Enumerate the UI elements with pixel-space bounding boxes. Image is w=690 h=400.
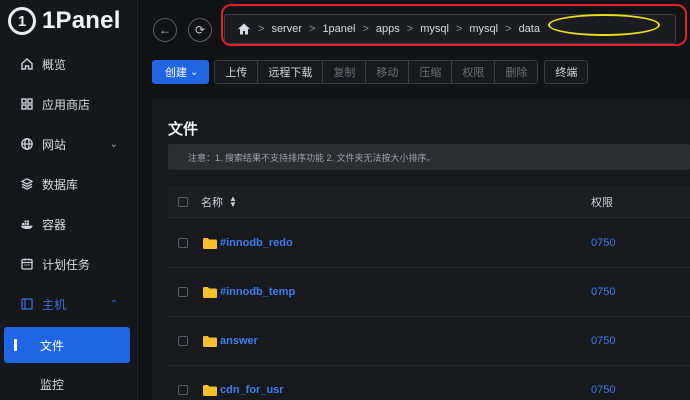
sidebar-item-overview[interactable]: 概览 — [0, 46, 138, 82]
breadcrumb-segment[interactable]: apps — [376, 23, 400, 35]
terminal-button[interactable]: 终端 — [544, 60, 589, 84]
breadcrumb-separator: > — [505, 23, 512, 35]
arrow-left-icon: ← — [159, 23, 171, 37]
sidebar-item-monitor[interactable]: 监控 — [0, 366, 138, 400]
breadcrumb-segment[interactable]: server — [271, 23, 302, 35]
compress-button[interactable]: 压缩 — [408, 60, 453, 84]
sidebar-item-label: 应用商店 — [42, 97, 91, 112]
file-name-link[interactable]: #innodb_redo — [220, 237, 293, 249]
sidebar: 1 1Panel 概览 应用商店 网站 ⌄ 数据库 容器 计划任务 主机 ⌃ 文… — [0, 0, 138, 400]
row-checkbox[interactable] — [178, 287, 188, 297]
sort-icon[interactable]: ▲ ▼ — [229, 194, 237, 208]
home-icon — [20, 57, 34, 71]
chevron-up-icon: ⌃ — [109, 298, 118, 310]
sidebar-item-label: 网站 — [42, 137, 67, 152]
sidebar-item-label: 监控 — [40, 377, 65, 392]
breadcrumb-separator: > — [362, 23, 369, 35]
row-checkbox[interactable] — [178, 385, 188, 395]
calendar-icon — [20, 257, 34, 271]
remote-download-button[interactable]: 远程下载 — [257, 60, 324, 84]
notice-bar: 注意：1. 搜索结果不支持排序功能 2. 文件夹无法按大小排序。 — [168, 144, 690, 170]
breadcrumb-separator: > — [258, 23, 265, 35]
docker-icon — [20, 217, 34, 231]
sidebar-item-container[interactable]: 容器 — [0, 206, 138, 242]
globe-icon — [20, 137, 34, 151]
database-icon — [20, 177, 34, 191]
breadcrumb-segment[interactable]: 1panel — [322, 23, 355, 35]
logo-mark: 1 — [8, 7, 36, 35]
breadcrumb-separator: > — [406, 23, 414, 35]
permission-link[interactable]: 0750 — [591, 237, 615, 249]
column-header-permission: 权限 — [591, 196, 613, 209]
sidebar-item-cron[interactable]: 计划任务 — [0, 246, 138, 282]
breadcrumb-separator: > — [309, 23, 316, 35]
chevron-down-icon: ⌄ — [190, 66, 199, 78]
sidebar-item-label: 主机 — [42, 297, 67, 312]
create-button-label: 创建 — [165, 67, 187, 79]
home-icon[interactable] — [237, 22, 251, 36]
host-icon — [20, 297, 34, 311]
move-button[interactable]: 移动 — [365, 60, 410, 84]
file-name-link[interactable]: #innodb_temp — [220, 286, 295, 298]
table-row[interactable]: cdn_for_usr 0750 — [168, 366, 690, 400]
refresh-button[interactable]: ⟳ — [188, 18, 212, 42]
sidebar-item-label: 数据库 — [42, 177, 79, 192]
sidebar-item-app-store[interactable]: 应用商店 — [0, 86, 138, 122]
copy-button[interactable]: 复制 — [322, 60, 367, 84]
file-name-link[interactable]: cdn_for_usr — [220, 384, 284, 396]
permission-link[interactable]: 0750 — [591, 384, 615, 396]
breadcrumb[interactable]: > server > 1panel > apps > mysql > mysql… — [224, 14, 676, 44]
refresh-icon: ⟳ — [194, 23, 206, 37]
sidebar-item-label: 容器 — [42, 217, 67, 232]
create-button[interactable]: 创建 ⌄ — [152, 60, 210, 84]
active-indicator — [14, 339, 17, 351]
sidebar-item-label: 概览 — [42, 57, 67, 72]
file-panel: 文件 注意：1. 搜索结果不支持排序功能 2. 文件夹无法按大小排序。 名称 ▲… — [152, 98, 690, 400]
folder-icon — [203, 335, 217, 347]
file-toolbar: 创建 ⌄ 上传 远程下载 复制 移动 压缩 权限 删除 终端 — [152, 60, 589, 84]
table-row[interactable]: #innodb_redo 0750 — [168, 219, 690, 268]
back-button[interactable]: ← — [153, 18, 177, 42]
row-checkbox[interactable] — [178, 238, 188, 248]
sidebar-item-host[interactable]: 主机 ⌃ — [0, 286, 138, 322]
file-name-link[interactable]: answer — [220, 335, 258, 347]
sidebar-item-website[interactable]: 网站 ⌄ — [0, 126, 138, 162]
upload-button[interactable]: 上传 — [214, 60, 259, 84]
table-row[interactable]: answer 0750 — [168, 317, 690, 366]
folder-icon — [203, 384, 217, 396]
logo-text: 1Panel — [42, 7, 121, 34]
column-header-label: 名称 — [201, 196, 223, 209]
delete-button[interactable]: 删除 — [494, 60, 539, 84]
breadcrumb-segment[interactable]: data — [519, 23, 540, 35]
table-row[interactable]: #innodb_temp 0750 — [168, 268, 690, 317]
row-checkbox[interactable] — [178, 336, 188, 346]
chevron-down-icon: ⌄ — [109, 138, 118, 150]
select-all-checkbox[interactable] — [178, 196, 188, 207]
permission-button[interactable]: 权限 — [451, 60, 496, 84]
folder-icon — [203, 237, 217, 249]
column-header-name[interactable]: 名称 ▲ ▼ — [201, 194, 237, 210]
permission-link[interactable]: 0750 — [591, 286, 615, 298]
sidebar-item-database[interactable]: 数据库 — [0, 166, 138, 202]
logo[interactable]: 1 1Panel — [8, 5, 121, 37]
sidebar-item-label: 文件 — [40, 338, 65, 353]
folder-icon — [203, 286, 217, 298]
sidebar-item-files[interactable]: 文件 — [4, 327, 130, 363]
breadcrumb-segment[interactable]: mysql — [469, 23, 498, 35]
breadcrumb-segment[interactable]: mysql — [420, 23, 449, 35]
table-header: 名称 ▲ ▼ 权限 — [168, 186, 690, 218]
breadcrumb-separator: > — [455, 23, 463, 35]
page-title: 文件 — [168, 121, 199, 138]
sidebar-item-label: 计划任务 — [42, 257, 91, 272]
grid-icon — [20, 97, 34, 111]
permission-link[interactable]: 0750 — [591, 335, 615, 347]
